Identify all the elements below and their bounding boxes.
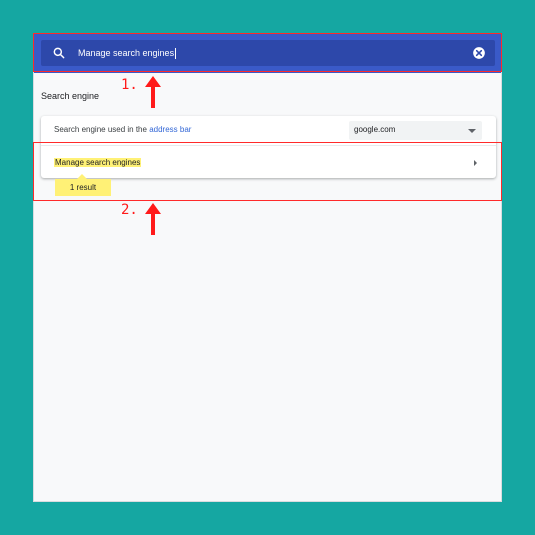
- select-value: google.com: [354, 125, 396, 134]
- highlight-box-search: [33, 33, 502, 72]
- annotation-label-1: 1.: [121, 77, 138, 93]
- annotation-arrow-up-icon: [145, 203, 161, 235]
- label-prefix: Search engine used in the: [54, 125, 147, 134]
- search-engine-select[interactable]: google.com: [349, 121, 482, 140]
- section-title: Search engine: [41, 91, 100, 101]
- highlight-box-manage: [33, 142, 502, 201]
- annotation-arrow-up-icon: [145, 76, 161, 108]
- address-bar-link[interactable]: address bar: [149, 125, 191, 134]
- annotation-label-2: 2.: [121, 202, 138, 218]
- chevron-down-icon: [468, 129, 476, 133]
- search-engine-row-label: Search engine used in the address bar: [54, 125, 191, 134]
- settings-window: Manage search engines Search engine Sear…: [33, 33, 502, 502]
